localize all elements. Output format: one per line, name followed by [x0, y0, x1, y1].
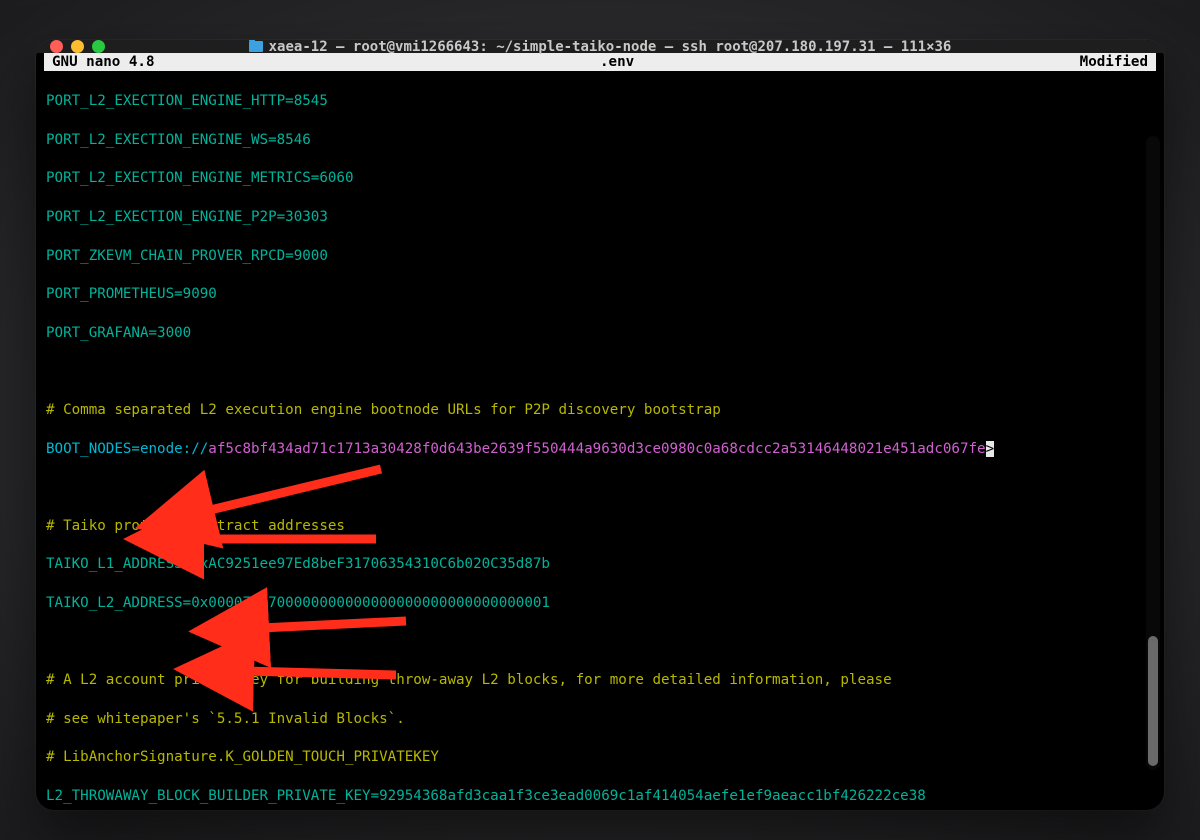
- traffic-lights: [50, 40, 105, 53]
- comment-line: # A L2 account private key for building …: [46, 671, 1154, 690]
- comment-line: # LibAnchorSignature.K_GOLDEN_TOUCH_PRIV…: [46, 748, 1154, 767]
- config-line: TAIKO_L2_ADDRESS=0x000077770000000000000…: [46, 594, 1154, 613]
- config-line: PORT_L2_EXECTION_ENGINE_METRICS=6060: [46, 169, 1154, 188]
- zoom-icon[interactable]: [92, 40, 105, 53]
- config-line: PORT_PROMETHEUS=9090: [46, 285, 1154, 304]
- nano-app-name: GNU nano 4.8: [52, 54, 155, 70]
- nano-filename: .env: [600, 54, 634, 70]
- scrollbar[interactable]: [1146, 136, 1160, 770]
- minimize-icon[interactable]: [71, 40, 84, 53]
- titlebar[interactable]: xaea-12 — root@vmi1266643: ~/simple-taik…: [36, 40, 1164, 53]
- comment-line: # see whitepaper's `5.5.1 Invalid Blocks…: [46, 710, 1154, 729]
- nano-statusbar: GNU nano 4.8 .env Modified: [44, 53, 1156, 71]
- comment-line: # Comma separated L2 execution engine bo…: [46, 401, 1154, 420]
- config-line: PORT_L2_EXECTION_ENGINE_HTTP=8545: [46, 92, 1154, 111]
- scrollbar-thumb[interactable]: [1148, 636, 1158, 766]
- nano-modified: Modified: [1080, 54, 1148, 70]
- window-title: xaea-12 — root@vmi1266643: ~/simple-taik…: [36, 40, 1164, 55]
- config-line: L2_THROWAWAY_BLOCK_BUILDER_PRIVATE_KEY=9…: [46, 787, 1154, 806]
- config-line: PORT_ZKEVM_CHAIN_PROVER_RPCD=9000: [46, 247, 1154, 266]
- editor-viewport[interactable]: PORT_L2_EXECTION_ENGINE_HTTP=8545 PORT_L…: [36, 71, 1164, 810]
- window-title-text: xaea-12 — root@vmi1266643: ~/simple-taik…: [269, 40, 952, 55]
- config-line: TAIKO_L1_ADDRESS=0xAC9251ee97Ed8beF31706…: [46, 555, 1154, 574]
- close-icon[interactable]: [50, 40, 63, 53]
- terminal-window: xaea-12 — root@vmi1266643: ~/simple-taik…: [36, 40, 1164, 810]
- config-line: PORT_GRAFANA=3000: [46, 324, 1154, 343]
- folder-icon: [249, 41, 263, 52]
- config-line: PORT_L2_EXECTION_ENGINE_P2P=30303: [46, 208, 1154, 227]
- config-line: PORT_L2_EXECTION_ENGINE_WS=8546: [46, 131, 1154, 150]
- comment-line: # Taiko protocol contract addresses: [46, 517, 1154, 536]
- bootnodes-line: BOOT_NODES=enode://af5c8bf434ad71c1713a3…: [46, 440, 1154, 459]
